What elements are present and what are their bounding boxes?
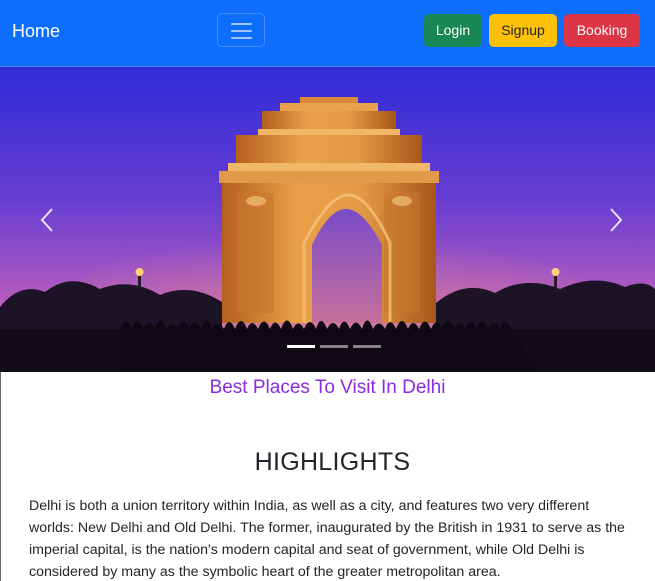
carousel-prev-button[interactable] <box>0 67 100 372</box>
carousel-next-button[interactable] <box>555 67 655 372</box>
carousel-indicator-1[interactable] <box>287 345 315 348</box>
booking-button[interactable]: Booking <box>564 14 640 47</box>
signup-button[interactable]: Signup <box>489 14 557 47</box>
login-button[interactable]: Login <box>424 14 482 47</box>
chevron-left-icon <box>40 208 53 232</box>
chevron-right-icon <box>610 208 623 232</box>
description-paragraph: Delhi is both a union territory within I… <box>29 498 625 580</box>
carousel-indicator-3[interactable] <box>353 345 381 348</box>
navbar: Home Login Signup Booking <box>0 0 655 67</box>
carousel-indicator-2[interactable] <box>320 345 348 348</box>
highlights-heading: HIGHLIGHTS <box>254 448 411 476</box>
page-subtitle: Best Places To Visit In Delhi <box>209 377 446 398</box>
page: Home Login Signup Booking Best Places To… <box>0 0 655 581</box>
home-link[interactable]: Home <box>12 20 60 42</box>
image-carousel <box>0 67 655 372</box>
navbar-toggler-button[interactable] <box>217 13 265 47</box>
